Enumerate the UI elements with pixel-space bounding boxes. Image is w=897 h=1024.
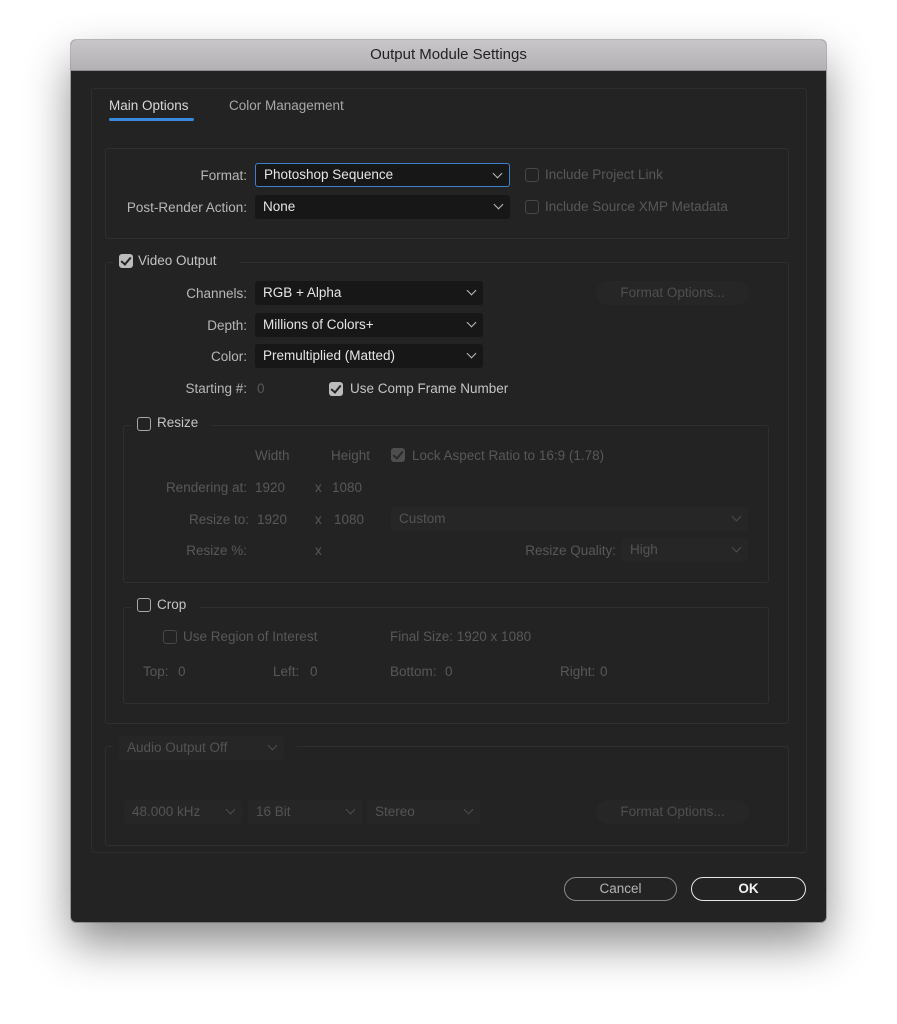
resize-percent-x-separator: x <box>315 543 322 558</box>
rendering-width-value: 1920 <box>255 480 286 495</box>
video-format-options-button[interactable]: Format Options... <box>596 281 749 305</box>
crop-left-label: Left: <box>273 664 300 679</box>
video-output-checkbox[interactable] <box>119 254 133 268</box>
crop-top-value[interactable]: 0 <box>178 664 186 679</box>
resize-preset-dropdown[interactable]: Custom <box>391 507 748 531</box>
tab-color-management[interactable]: Color Management <box>229 98 344 113</box>
resize-width-input[interactable]: 1920 <box>257 512 287 527</box>
ok-button[interactable]: OK <box>691 877 806 901</box>
color-dropdown[interactable]: Premultiplied (Matted) <box>255 344 483 368</box>
depth-value: Millions of Colors+ <box>263 317 374 332</box>
crop-left-value[interactable]: 0 <box>310 664 318 679</box>
resize-x-separator: x <box>315 512 322 527</box>
resize-quality-label: Resize Quality: <box>525 543 616 558</box>
audio-sample-rate-value: 48.000 kHz <box>132 804 201 819</box>
video-output-label: Video Output <box>138 253 217 268</box>
audio-channels-dropdown[interactable]: Stereo <box>367 800 480 824</box>
chevron-down-icon <box>466 285 477 296</box>
use-region-of-interest-checkbox[interactable] <box>163 630 177 644</box>
crop-right-label: Right: <box>560 664 596 679</box>
cancel-button[interactable]: Cancel <box>564 877 677 901</box>
resize-height-input[interactable]: 1080 <box>334 512 364 527</box>
dialog-title: Output Module Settings <box>71 40 826 71</box>
audio-output-mode-dropdown[interactable]: Audio Output Off <box>119 736 284 760</box>
resize-quality-value: High <box>630 542 658 557</box>
channels-label: Channels: <box>186 286 247 301</box>
width-header: Width <box>255 448 290 463</box>
audio-output-group <box>105 746 789 846</box>
post-render-action-value: None <box>263 199 296 214</box>
output-module-settings-dialog: Output Module Settings Main Options Colo… <box>71 40 826 922</box>
channels-dropdown[interactable]: RGB + Alpha <box>255 281 483 305</box>
resize-to-label: Resize to: <box>188 512 249 527</box>
use-region-of-interest-label: Use Region of Interest <box>183 629 318 644</box>
audio-format-options-button[interactable]: Format Options... <box>596 800 749 824</box>
crop-checkbox[interactable] <box>137 598 151 612</box>
lock-aspect-ratio-label: Lock Aspect Ratio to 16:9 (1.78) <box>412 448 605 463</box>
height-header: Height <box>331 448 371 463</box>
include-xmp-checkbox[interactable] <box>525 200 539 214</box>
chevron-down-icon <box>731 542 742 553</box>
resize-label: Resize <box>157 415 199 430</box>
crop-group <box>123 607 769 704</box>
final-size-label: Final Size: 1920 x 1080 <box>390 629 532 644</box>
resize-quality-dropdown[interactable]: High <box>622 538 748 562</box>
chevron-down-icon <box>466 317 477 328</box>
chevron-down-icon <box>493 199 504 210</box>
starting-number-value[interactable]: 0 <box>257 381 265 396</box>
lock-aspect-ratio-checkbox[interactable] <box>391 448 405 462</box>
resize-percent-label: Resize %: <box>186 543 247 558</box>
format-label: Format: <box>200 168 247 183</box>
crop-top-label: Top: <box>143 664 169 679</box>
audio-channels-value: Stereo <box>375 804 415 819</box>
format-group <box>105 148 789 239</box>
chevron-down-icon <box>225 804 236 815</box>
audio-bit-depth-dropdown[interactable]: 16 Bit <box>248 800 362 824</box>
include-xmp-label: Include Source XMP Metadata <box>545 199 728 214</box>
channels-value: RGB + Alpha <box>263 285 342 300</box>
audio-bit-depth-value: 16 Bit <box>256 804 291 819</box>
chevron-down-icon <box>466 348 477 359</box>
resize-preset-value: Custom <box>399 511 446 526</box>
audio-sample-rate-dropdown[interactable]: 48.000 kHz <box>124 800 242 824</box>
include-project-link-checkbox[interactable] <box>525 168 539 182</box>
crop-bottom-value[interactable]: 0 <box>445 664 453 679</box>
color-label: Color: <box>210 349 247 364</box>
crop-label: Crop <box>157 597 187 612</box>
rendering-height-value: 1080 <box>332 480 363 495</box>
chevron-down-icon <box>267 740 278 751</box>
post-render-action-dropdown[interactable]: None <box>255 195 510 219</box>
crop-bottom-label: Bottom: <box>390 664 437 679</box>
chevron-down-icon <box>731 511 742 522</box>
post-render-action-label: Post-Render Action: <box>126 200 247 215</box>
chevron-down-icon <box>492 168 503 179</box>
active-tab-indicator <box>109 118 194 121</box>
resize-checkbox[interactable] <box>137 417 151 431</box>
use-comp-frame-number-label: Use Comp Frame Number <box>350 381 509 396</box>
starting-number-label: Starting #: <box>185 381 247 396</box>
color-value: Premultiplied (Matted) <box>263 348 396 363</box>
use-comp-frame-number-checkbox[interactable] <box>329 382 343 396</box>
chevron-down-icon <box>345 804 356 815</box>
audio-output-mode-value: Audio Output Off <box>127 740 228 755</box>
rendering-x-separator: x <box>315 480 322 495</box>
rendering-at-label: Rendering at: <box>165 480 247 495</box>
tab-main-options[interactable]: Main Options <box>109 98 189 113</box>
format-dropdown[interactable]: Photoshop Sequence <box>255 163 510 187</box>
depth-label: Depth: <box>207 318 247 333</box>
include-project-link-label: Include Project Link <box>545 167 663 182</box>
format-value: Photoshop Sequence <box>264 167 394 182</box>
crop-right-value[interactable]: 0 <box>600 664 608 679</box>
depth-dropdown[interactable]: Millions of Colors+ <box>255 313 483 337</box>
chevron-down-icon <box>463 804 474 815</box>
